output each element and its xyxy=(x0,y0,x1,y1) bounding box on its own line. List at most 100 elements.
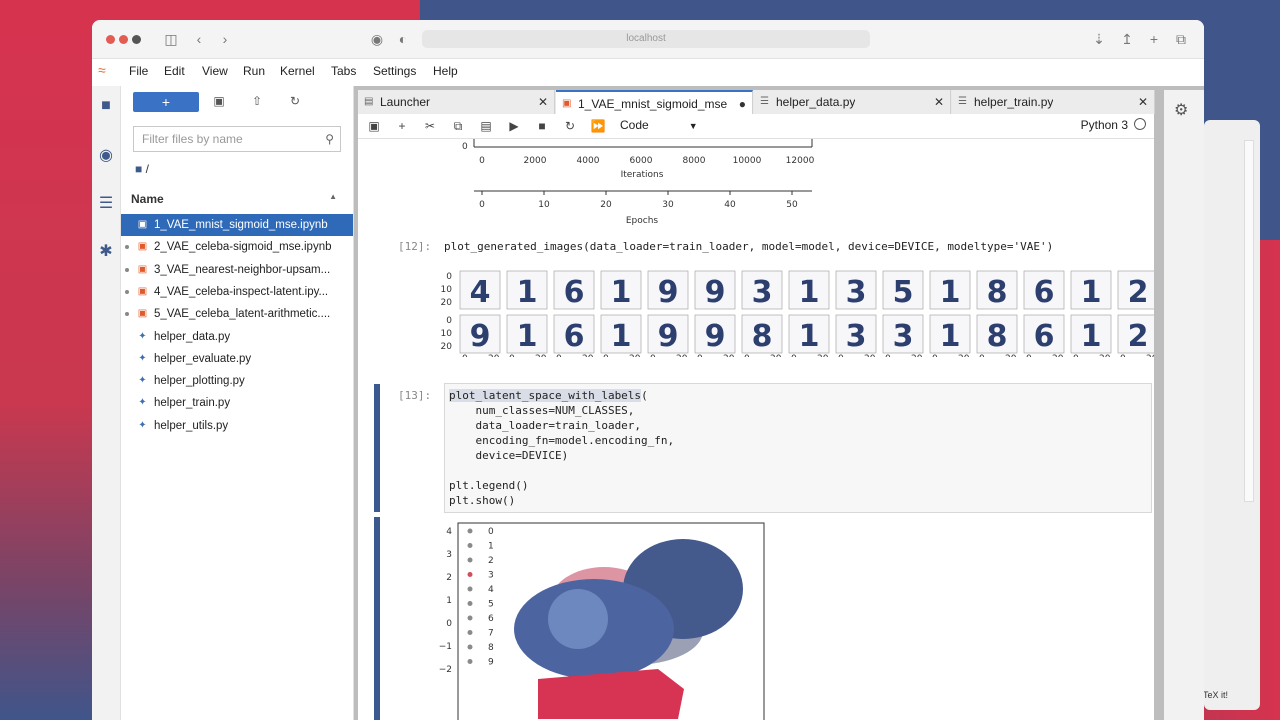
reader-icon[interactable]: ◐ xyxy=(394,30,412,48)
iteration-tick-label: 4000 xyxy=(577,156,600,166)
filter-files-input[interactable]: Filter files by name ⚲ xyxy=(133,126,341,152)
legend-label: 3 xyxy=(488,571,494,581)
latent-y-tick-label: 4 xyxy=(446,527,452,537)
iteration-tick-label: 10000 xyxy=(733,156,762,166)
running-kernels-icon[interactable]: ◉ xyxy=(96,146,116,166)
code-lines: plot_latent_space_with_labels( num_class… xyxy=(445,388,1151,508)
new-launcher-button[interactable]: + xyxy=(133,92,199,112)
table-of-contents-icon[interactable]: ☰ xyxy=(96,194,116,214)
close-tab-icon[interactable]: ● xyxy=(739,92,746,116)
output-marker[interactable] xyxy=(374,517,380,720)
cell-prompt: [13]: xyxy=(398,389,432,402)
file-item[interactable]: ▣ 1_VAE_mnist_sigmoid_mse.ipynb xyxy=(121,214,353,236)
file-browser: + ▣ ⇧ ↻ Filter files by name ⚲ ■ / Name ▲… xyxy=(121,86,354,720)
code-line[interactable]: plot_generated_images(data_loader=train_… xyxy=(444,240,1053,253)
menu-settings[interactable]: Settings xyxy=(373,64,416,78)
maximize-window-dot[interactable] xyxy=(132,35,141,44)
new-tab-icon[interactable]: + xyxy=(1145,30,1163,48)
legend-label: 7 xyxy=(488,629,494,639)
file-item[interactable]: ✦ helper_data.py xyxy=(121,326,353,348)
close-window-dot[interactable] xyxy=(106,35,115,44)
cell-type-dropdown[interactable]: Code ▼ xyxy=(620,118,698,132)
refresh-icon[interactable]: ↻ xyxy=(287,94,303,110)
image-x-tick: 0 xyxy=(650,354,656,357)
tab-launcher[interactable]: ▤ Launcher ✕ xyxy=(358,90,555,114)
digit-image: 3 xyxy=(846,275,867,310)
menu-view[interactable]: View xyxy=(202,64,228,78)
menu-kernel[interactable]: Kernel xyxy=(280,64,315,78)
minimize-window-dot[interactable] xyxy=(119,35,128,44)
insert-cell-icon[interactable]: + xyxy=(394,118,410,134)
code-line: data_loader=train_loader, xyxy=(449,419,642,432)
highlighted-function-name: plot_latent_space_with_labels xyxy=(449,389,642,402)
notebook-icon: ▣ xyxy=(137,308,148,320)
file-item[interactable]: ▣ 2_VAE_celeba-sigmoid_mse.ipynb xyxy=(121,236,353,258)
iteration-tick-label: 6000 xyxy=(630,156,653,166)
close-tab-icon[interactable]: ✕ xyxy=(1138,90,1148,114)
main-area: ▤ Launcher ✕ ▣ 1_VAE_mnist_sigmoid_mse. … xyxy=(354,86,1204,720)
iteration-ticks: 0 2000 4000 6000 8000 10000 12000 xyxy=(479,156,814,166)
copy-icon[interactable]: ⧉ xyxy=(450,118,466,134)
file-name: 3_VAE_nearest-neighbor-upsam... xyxy=(154,263,331,276)
new-folder-icon[interactable]: ▣ xyxy=(211,94,227,110)
document-tabs: ▤ Launcher ✕ ▣ 1_VAE_mnist_sigmoid_mse. … xyxy=(358,90,1155,114)
menu-run[interactable]: Run xyxy=(243,64,265,78)
kernel-status[interactable]: Python 3 xyxy=(1081,118,1146,132)
digit-image: 4 xyxy=(470,275,491,310)
digit-image: 3 xyxy=(846,319,867,354)
paste-icon[interactable]: ▤ xyxy=(478,118,494,134)
tab-notebook[interactable]: ▣ 1_VAE_mnist_sigmoid_mse. ● xyxy=(556,90,753,114)
save-icon[interactable]: ▣ xyxy=(366,118,382,134)
menu-tabs[interactable]: Tabs xyxy=(331,64,356,78)
folder-icon[interactable]: ■ xyxy=(96,96,116,116)
run-cell-icon[interactable]: ▶ xyxy=(506,118,522,134)
menu-help[interactable]: Help xyxy=(433,64,458,78)
close-tab-icon[interactable]: ✕ xyxy=(934,90,944,114)
file-item[interactable]: ✦ helper_utils.py xyxy=(121,415,353,437)
file-item[interactable]: ▣ 3_VAE_nearest-neighbor-upsam... xyxy=(121,259,353,281)
name-column-header[interactable]: Name ▲ xyxy=(131,192,343,210)
digit-image: 1 xyxy=(940,275,961,310)
privacy-icon[interactable]: ◉ xyxy=(368,30,386,48)
share-icon[interactable]: ↥ xyxy=(1118,30,1136,48)
forward-icon[interactable]: › xyxy=(216,30,234,48)
extension-puzzle-icon[interactable]: ✱ xyxy=(96,242,116,262)
digit-image: 1 xyxy=(799,275,820,310)
menu-file[interactable]: File xyxy=(129,64,148,78)
notebook-icon: ▣ xyxy=(137,241,148,253)
image-x-tick: 20 xyxy=(958,354,970,357)
upload-icon[interactable]: ⇧ xyxy=(249,94,265,110)
breadcrumb[interactable]: ■ / xyxy=(135,162,149,176)
image-x-tick: 20 xyxy=(488,354,500,357)
url-bar[interactable]: localhost xyxy=(422,30,870,48)
active-cell-marker[interactable] xyxy=(374,384,380,512)
tab-helper-data[interactable]: ☰ helper_data.py ✕ xyxy=(754,90,951,114)
property-inspector-gear-icon[interactable]: ⚙ xyxy=(1174,100,1188,120)
image-x-tick: 0 xyxy=(932,354,938,357)
image-x-tick: 0 xyxy=(556,354,562,357)
tabs-overview-icon[interactable]: ⧉ xyxy=(1172,30,1190,48)
latent-y-tick-label: −2 xyxy=(439,665,452,675)
file-name: 2_VAE_celeba-sigmoid_mse.ipynb xyxy=(154,241,332,254)
menu-edit[interactable]: Edit xyxy=(164,64,185,78)
interrupt-kernel-icon[interactable]: ■ xyxy=(534,118,550,134)
file-item[interactable]: ✦ helper_plotting.py xyxy=(121,370,353,392)
file-item[interactable]: ✦ helper_evaluate.py xyxy=(121,348,353,370)
restart-run-all-icon[interactable]: ⏩ xyxy=(590,118,606,134)
file-item[interactable]: ▣ 5_VAE_celeba_latent-arithmetic.... xyxy=(121,303,353,325)
download-icon[interactable]: ⇣ xyxy=(1090,30,1108,48)
back-icon[interactable]: ‹ xyxy=(190,30,208,48)
tab-helper-train[interactable]: ☰ helper_train.py ✕ xyxy=(952,90,1155,114)
file-item[interactable]: ✦ helper_train.py xyxy=(121,392,353,414)
digit-image: 3 xyxy=(893,319,914,354)
background-window-scrollbar xyxy=(1244,140,1254,502)
cut-icon[interactable]: ✂ xyxy=(422,118,438,134)
image-x-tick: 20 xyxy=(1005,354,1017,357)
file-item[interactable]: ▣ 4_VAE_celeba-inspect-latent.ipy... xyxy=(121,281,353,303)
digit-image: 2 xyxy=(1128,319,1149,354)
close-tab-icon[interactable]: ✕ xyxy=(538,90,548,114)
restart-kernel-icon[interactable]: ↻ xyxy=(562,118,578,134)
sidebar-toggle-icon[interactable]: ◫ xyxy=(162,30,180,48)
notebook-panel: ▣ + ✂ ⧉ ▤ ▶ ■ ↻ ⏩ Code ▼ Python 3 0 0 20… xyxy=(358,114,1154,720)
code-cell-editor[interactable]: plot_latent_space_with_labels( num_class… xyxy=(444,383,1152,513)
